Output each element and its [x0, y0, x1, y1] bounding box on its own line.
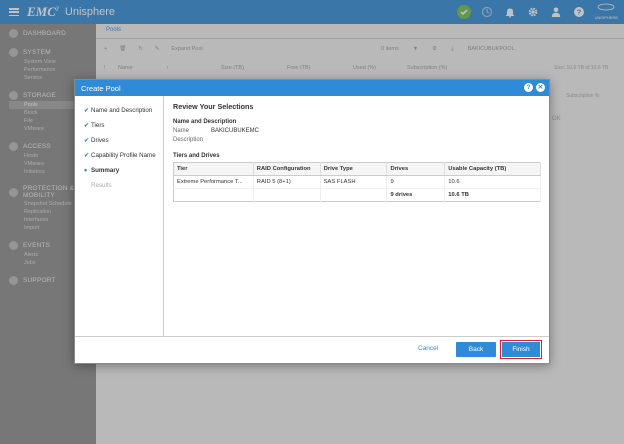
wizard-step-label: Drives — [91, 137, 109, 144]
review-title: Review Your Selections — [173, 102, 254, 111]
description-label: Description — [173, 137, 204, 143]
name-value: BAKICUBUKEMC — [211, 128, 260, 134]
back-button[interactable]: Back — [456, 342, 496, 357]
dialog-help-icon[interactable]: ? — [524, 83, 533, 92]
table-total-row: 9 drives 10.6 TB — [173, 188, 541, 202]
wizard-step-label: Capability Profile Name — [91, 152, 156, 159]
wizard-step-drives[interactable]: ✔ Drives — [75, 137, 163, 152]
table-total-cell: 10.6 TB — [444, 188, 541, 202]
wizard-step-name-and-description[interactable]: ✔ Name and Description — [75, 107, 163, 122]
table-total-cell — [173, 188, 254, 202]
table-cell: SAS FLASH — [320, 175, 388, 189]
name-label: Name — [173, 128, 190, 134]
wizard-step-tiers[interactable]: ✔ Tiers — [75, 122, 163, 137]
wizard-step-results: Results — [75, 182, 163, 197]
dialog-title: Create Pool — [81, 83, 121, 93]
name-section-title: Name and Description — [173, 119, 237, 125]
check-icon: ✔ — [84, 108, 90, 114]
table-row: Extreme Performance T... RAID 5 (8+1) SAS … — [173, 175, 541, 189]
table-total-cell — [253, 188, 321, 202]
check-icon: ✔ — [84, 138, 90, 144]
table-header-drives: Drives — [386, 162, 446, 176]
table-cell: 9 — [386, 175, 446, 189]
wizard-steps: ✔ Name and Description ✔ Tiers ✔ Drives ✔ Capab… — [75, 96, 164, 336]
table-header-usable-capacity-tb: Usable Capacity (TB) — [444, 162, 541, 176]
dialog-title-bar: Create Pool ? ✕ — [75, 80, 549, 96]
table-cell: RAID 5 (8+1) — [253, 175, 321, 189]
table-cell: Extreme Performance T... — [173, 175, 254, 189]
wizard-step-label: Name and Description — [91, 107, 153, 114]
table-header-tier: Tier — [173, 162, 254, 176]
wizard-step-label: Summary — [91, 167, 120, 174]
cancel-button[interactable]: Cancel — [418, 345, 438, 352]
table-total-cell: 9 drives — [386, 188, 446, 202]
create-pool-dialog: Create Pool ? ✕ ✔ Name and Description ✔ Ti… — [74, 79, 550, 364]
table-header-drive-type: Drive Type — [320, 162, 388, 176]
bullet-icon: • — [84, 165, 88, 175]
dialog-footer: Cancel Back Finish — [75, 336, 549, 363]
check-icon: ✔ — [84, 123, 90, 129]
wizard-step-capability-profile-name[interactable]: ✔ Capability Profile Name — [75, 152, 163, 167]
table-header-raid-configuration: RAID Configuration — [253, 162, 321, 176]
tiers-table: Tier RAID Configuration Drive Type Drives Us… — [173, 162, 541, 202]
table-total-cell — [320, 188, 388, 202]
wizard-step-label: Tiers — [91, 122, 105, 129]
finish-button-highlight: Finish — [500, 340, 542, 359]
finish-button[interactable]: Finish — [502, 342, 540, 357]
wizard-step-label: Results — [91, 182, 112, 189]
dialog-close-icon[interactable]: ✕ — [536, 83, 545, 92]
check-icon: ✔ — [84, 153, 90, 159]
tiers-section-title: Tiers and Drives — [173, 153, 220, 159]
review-panel: Review Your Selections Name and Descript… — [173, 102, 543, 202]
table-cell: 10.6 — [444, 175, 541, 189]
wizard-step-summary[interactable]: • Summary — [75, 165, 163, 182]
